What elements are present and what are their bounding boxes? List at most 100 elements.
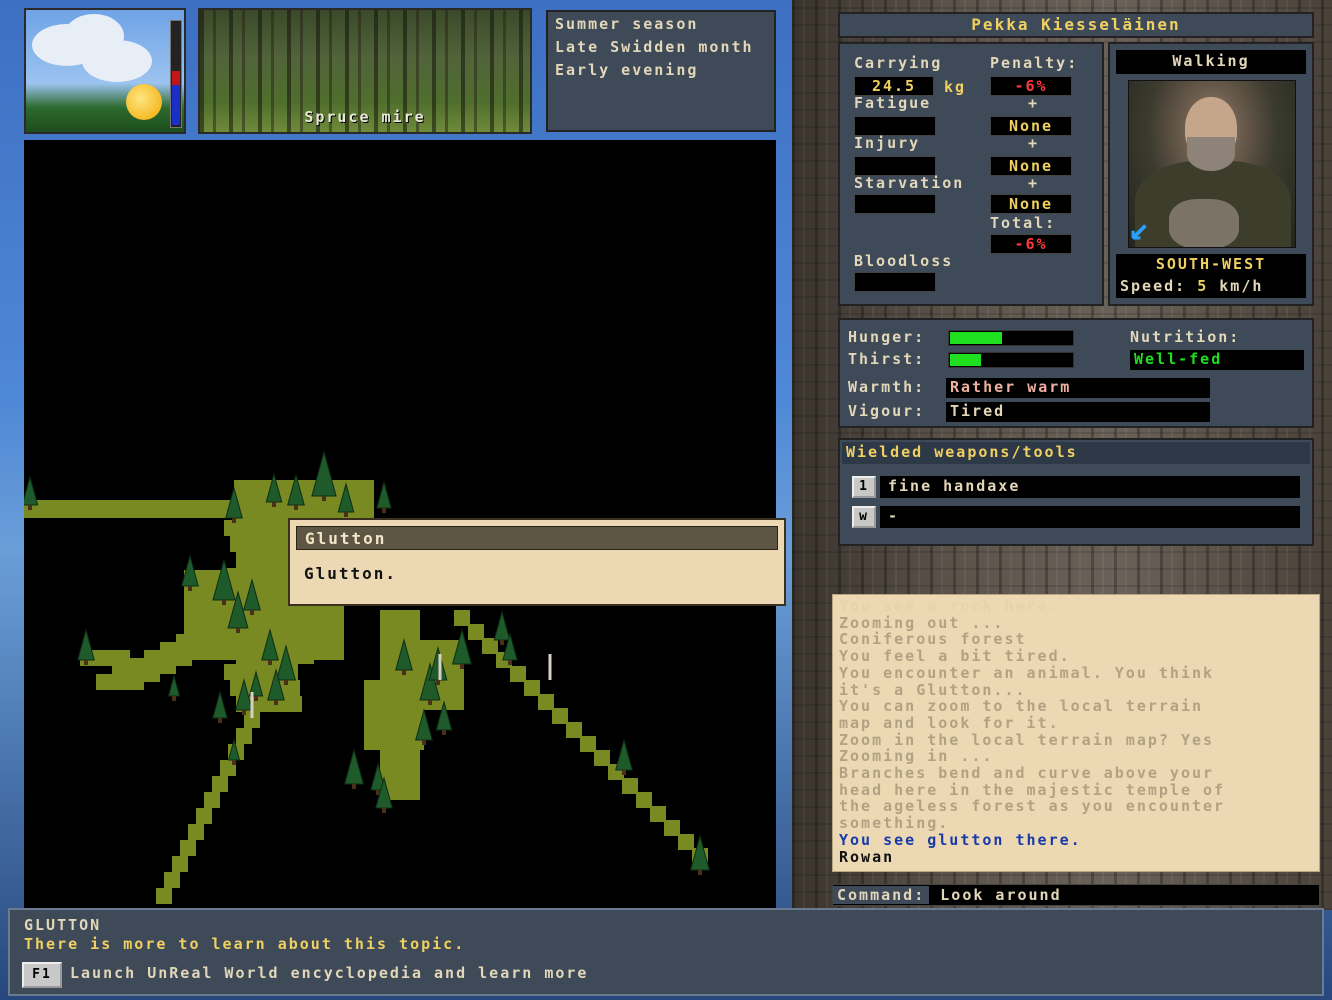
terrain-image: Spruce mire — [198, 8, 532, 134]
tree-trunk — [500, 640, 504, 645]
topic-title: GLUTTON — [24, 916, 102, 934]
total-label: Total: — [990, 214, 1057, 232]
weapon-slot-item[interactable]: - — [880, 506, 1300, 528]
tree-trunk — [254, 696, 258, 701]
tree-trunk — [402, 670, 406, 675]
total-value: -6% — [990, 234, 1072, 254]
grass-tile — [580, 736, 596, 752]
grass-tile — [510, 666, 526, 682]
grass-tile — [594, 750, 610, 766]
cloud-icon — [82, 40, 152, 82]
tree-trunk — [84, 660, 88, 665]
weapon-slot-key[interactable]: 1 — [852, 476, 876, 498]
tree — [493, 610, 511, 641]
character-portrait: ↙ — [1128, 80, 1296, 248]
injury-label: Injury — [854, 134, 921, 152]
tree — [615, 738, 633, 771]
log-line: You can zoom to the local terrain — [839, 697, 1204, 716]
log-line: You see glutton there. — [839, 830, 1082, 849]
f1-key-button[interactable]: F1 — [22, 962, 62, 988]
grass-tile — [524, 680, 540, 696]
grass-tile — [180, 840, 196, 856]
tree-trunk — [274, 700, 278, 705]
portrait-panel: Walking ↙ SOUTH-WEST Speed: 5 km/h — [1108, 42, 1314, 306]
tree-trunk — [250, 610, 254, 615]
glutton-popup: Glutton Glutton. — [288, 518, 786, 606]
grass-tile — [164, 872, 180, 888]
plus-sign: + — [1028, 134, 1040, 152]
sun-icon — [126, 84, 162, 120]
needs-panel: Hunger: Thirst: Nutrition: Well-fed Warm… — [838, 318, 1314, 428]
bloodloss-label: Bloodloss — [854, 252, 954, 270]
help-footer: GLUTTON There is more to learn about thi… — [8, 908, 1324, 996]
tree-trunk — [436, 680, 440, 685]
encyclopedia-link[interactable]: Launch UnReal World encyclopedia and lea… — [70, 964, 588, 982]
plus-sign: + — [1028, 94, 1040, 112]
hunger-label: Hunger: — [848, 328, 926, 346]
movement-mode[interactable]: Walking — [1116, 50, 1306, 74]
carrying-value: 24.5 — [854, 76, 934, 96]
season-panel: Summer season Late Swidden month Early e… — [546, 10, 776, 132]
log-line: it's a Glutton... — [839, 680, 1027, 699]
grass-tile — [96, 674, 144, 690]
log-line: You see a rock here. — [839, 597, 1060, 615]
carrying-label: Carrying — [854, 54, 943, 72]
grass-tile — [156, 888, 172, 904]
tree-trunk — [460, 664, 464, 669]
topic-hint: There is more to learn about this topic. — [24, 935, 466, 953]
command-label: Command: — [833, 886, 930, 904]
plus-sign: + — [1028, 174, 1040, 192]
injury-penalty: None — [990, 156, 1072, 176]
weather-sky-panel — [24, 8, 186, 134]
grass-tile — [636, 792, 652, 808]
nutrition-label: Nutrition: — [1130, 328, 1241, 346]
warmth-label: Warmth: — [848, 378, 926, 396]
tree — [212, 690, 228, 719]
log-line: something. — [839, 814, 950, 833]
tree — [167, 674, 181, 697]
carrying-unit: kg — [944, 78, 967, 96]
tree — [343, 748, 365, 785]
tree-trunk — [172, 696, 176, 701]
fatigue-penalty: None — [990, 116, 1072, 136]
south-west-arrow-icon: ↙ — [1129, 208, 1150, 248]
grass-tile — [538, 694, 554, 710]
log-line: You feel a bit tired. — [839, 647, 1071, 666]
injury-bar — [854, 156, 936, 176]
tree-trunk — [422, 740, 426, 745]
penalty-label: Penalty: — [990, 54, 1079, 72]
weapon-slot-key[interactable]: w — [852, 506, 876, 528]
log-line: Zooming in ... — [839, 747, 994, 766]
month-text: Late Swidden month — [555, 38, 754, 56]
tree-trunk — [344, 512, 348, 517]
character-name: Pekka Kiesseläinen — [838, 12, 1314, 38]
tree-trunk — [508, 660, 512, 665]
fatigue-bar — [854, 116, 936, 136]
grass-tile — [234, 480, 374, 520]
thirst-label: Thirst: — [848, 350, 926, 368]
grass-tile — [650, 806, 666, 822]
speed-label: Speed: — [1120, 277, 1187, 295]
season-text: Summer season — [555, 15, 699, 33]
command-bar[interactable]: Command: Look around — [832, 884, 1320, 906]
warmth-value: Rather warm — [946, 378, 1210, 398]
weapon-slot-item[interactable]: fine handaxe — [880, 476, 1300, 498]
tree-trunk — [28, 505, 32, 510]
thirst-gauge — [948, 352, 1074, 368]
grass-tile — [204, 792, 220, 808]
speed-unit: km/h — [1219, 277, 1264, 295]
log-line: You encounter an animal. You think — [839, 663, 1215, 682]
tree-trunk — [294, 505, 298, 510]
tree-trunk — [382, 808, 386, 813]
starvation-penalty: None — [990, 194, 1072, 214]
tree-trunk — [698, 870, 702, 875]
tree-trunk — [218, 718, 222, 723]
command-value: Look around — [940, 886, 1062, 904]
grass-tile — [664, 820, 680, 836]
grass-tile — [468, 624, 484, 640]
grass-tile — [552, 708, 568, 724]
vigour-label: Vigour: — [848, 402, 926, 420]
speed-row: Speed: 5 km/h — [1116, 276, 1306, 298]
tree-trunk — [242, 710, 246, 715]
direction-text: SOUTH-WEST — [1116, 254, 1306, 276]
